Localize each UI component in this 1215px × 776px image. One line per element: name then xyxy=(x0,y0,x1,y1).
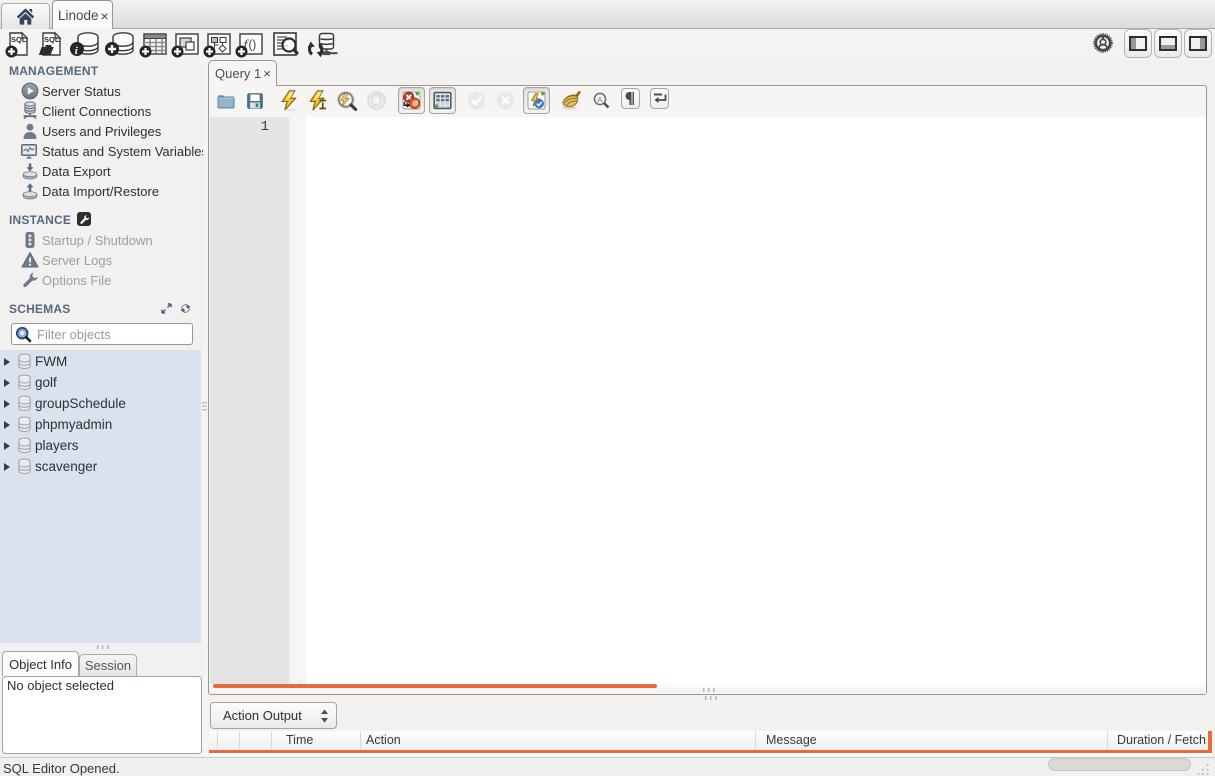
svg-text:A: A xyxy=(597,95,602,104)
